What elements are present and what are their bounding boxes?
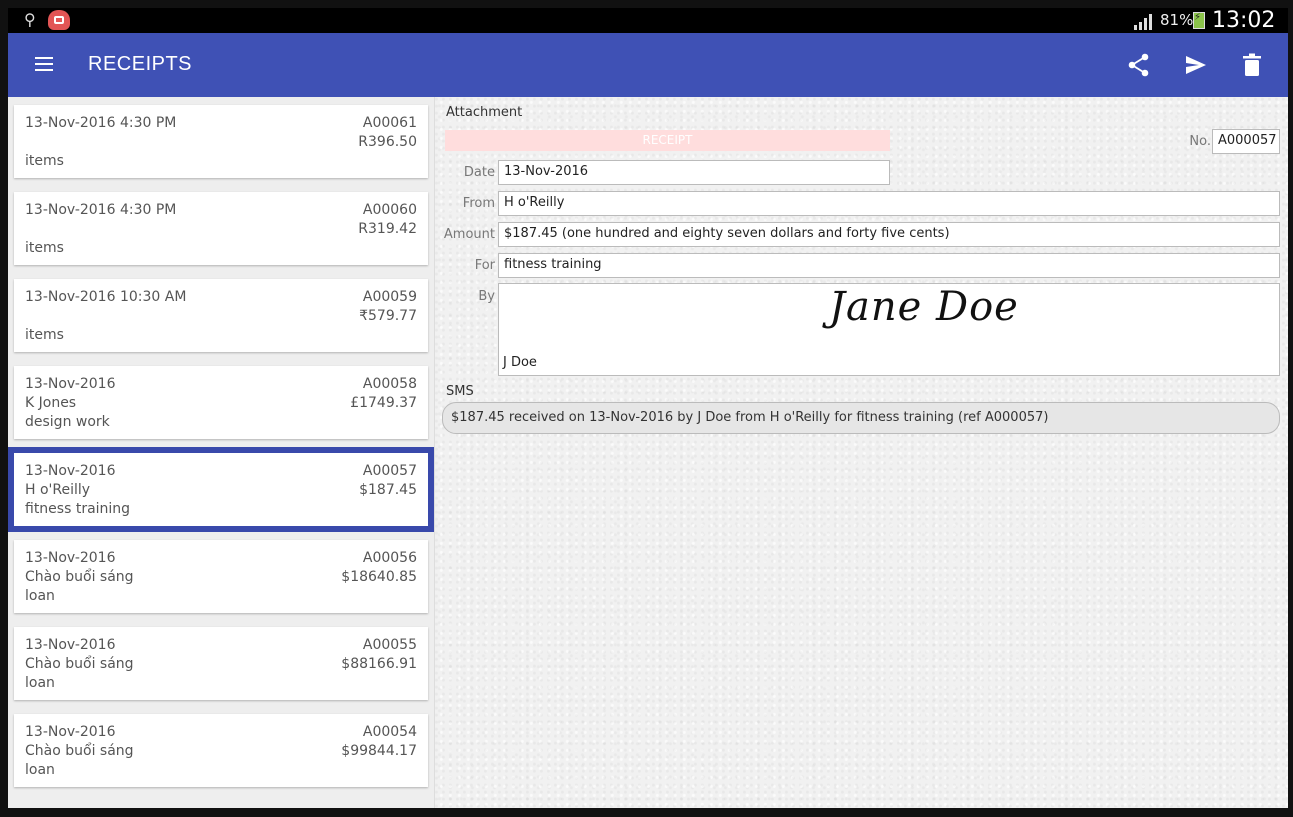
receipt-list[interactable]: 13-Nov-2016 4:30 PM items A00061 R396.50 13-… xyxy=(8,97,434,808)
for-label: For xyxy=(474,258,495,273)
amount-label: Amount xyxy=(443,227,495,242)
receipt-amount: R319.42 xyxy=(358,221,417,237)
for-field[interactable]: fitness training xyxy=(498,253,1280,278)
receipt-description: items xyxy=(25,327,64,343)
receipt-ref: A00061 xyxy=(362,115,417,131)
receipt-payer: Chào buổi sáng xyxy=(25,656,134,672)
receipt-payer: Chào buổi sáng xyxy=(25,743,134,759)
receipt-payer: K Jones xyxy=(25,395,77,411)
receipt-ref: A00058 xyxy=(362,376,417,392)
notification-app-icon xyxy=(48,10,70,30)
receipt-payer: Chào buổi sáng xyxy=(25,569,134,585)
sms-preview[interactable]: $187.45 received on 13-Nov-2016 by J Doe… xyxy=(442,402,1280,434)
no-label: No. xyxy=(1189,134,1211,149)
receipt-amount: R396.50 xyxy=(358,134,417,150)
receipt-list-item[interactable]: 13-Nov-2016 Chào buổi sáng loan A00055 $8816… xyxy=(14,627,428,700)
receipt-detail: Attachment RECEIPT No. A000057 Date 13-N… xyxy=(434,97,1288,808)
by-label: By xyxy=(478,289,495,304)
receipt-date: 13-Nov-2016 xyxy=(25,376,116,392)
share-icon[interactable] xyxy=(1125,51,1153,79)
receipt-list-item[interactable]: 13-Nov-2016 K Jones design work A00058 £1749… xyxy=(14,366,428,439)
receipt-ref: A00056 xyxy=(362,550,417,566)
receipt-description: loan xyxy=(25,762,55,778)
from-label: From xyxy=(462,196,495,211)
status-bar: ⚲ 81% 13:02 xyxy=(8,8,1288,33)
signal-icon xyxy=(1134,14,1152,30)
receipt-banner: RECEIPT xyxy=(445,130,890,151)
usb-icon: ⚲ xyxy=(24,10,36,29)
receipt-description: fitness training xyxy=(25,501,131,517)
receipt-description: loan xyxy=(25,675,55,691)
device-screen: ⚲ 81% 13:02 RECEIPTS xyxy=(8,8,1288,808)
receipt-payer: H o'Reilly xyxy=(25,482,91,498)
receipt-date: 13-Nov-2016 4:30 PM xyxy=(25,115,177,131)
date-label: Date xyxy=(463,165,495,180)
receipt-ref: A00054 xyxy=(362,724,417,740)
receipt-amount: $88166.91 xyxy=(341,656,417,672)
receipt-list-item[interactable]: 13-Nov-2016 Chào buổi sáng loan A00056 $1864… xyxy=(14,540,428,613)
app-bar: RECEIPTS xyxy=(8,33,1288,97)
signature-box[interactable]: Jane Doe J Doe xyxy=(498,283,1280,376)
receipt-number-field[interactable]: A000057 xyxy=(1212,129,1280,154)
receipt-list-item[interactable]: 13-Nov-2016 Chào buổi sáng loan A00054 $9984… xyxy=(14,714,428,787)
receipt-amount: $187.45 xyxy=(359,482,417,498)
send-icon[interactable] xyxy=(1182,51,1210,79)
sms-label: SMS xyxy=(446,384,474,399)
receipt-amount: ₹579.77 xyxy=(359,308,417,324)
receipt-description: items xyxy=(25,240,64,256)
receipt-ref: A00060 xyxy=(362,202,417,218)
receipt-ref: A00055 xyxy=(362,637,417,653)
amount-field[interactable]: $187.45 (one hundred and eighty seven do… xyxy=(498,222,1280,247)
from-field[interactable]: H o'Reilly xyxy=(498,191,1280,216)
receipt-amount: $99844.17 xyxy=(341,743,417,759)
receipt-description: loan xyxy=(25,588,55,604)
receipt-ref: A00057 xyxy=(362,463,417,479)
receipt-date: 13-Nov-2016 10:30 AM xyxy=(25,289,187,305)
receipt-date: 13-Nov-2016 xyxy=(25,550,116,566)
receipt-amount: $18640.85 xyxy=(341,569,417,585)
receipt-date: 13-Nov-2016 xyxy=(25,637,116,653)
battery-percentage: 81% xyxy=(1160,11,1194,29)
page-title: RECEIPTS xyxy=(88,53,193,75)
receipt-description: design work xyxy=(25,414,110,430)
receipt-list-item[interactable]: 13-Nov-2016 H o'Reilly fitness training A00… xyxy=(8,447,434,532)
battery-charging-icon xyxy=(1193,12,1205,29)
delete-icon[interactable] xyxy=(1238,51,1266,79)
receipt-list-item[interactable]: 13-Nov-2016 4:30 PM items A00060 R319.42 xyxy=(14,192,428,265)
receipt-list-item[interactable]: 13-Nov-2016 10:30 AM items A00059 ₹579.77 xyxy=(14,279,428,352)
receipt-description: items xyxy=(25,153,64,169)
receipt-ref: A00059 xyxy=(362,289,417,305)
menu-icon[interactable] xyxy=(35,57,53,71)
receipt-list-item[interactable]: 13-Nov-2016 4:30 PM items A00061 R396.50 xyxy=(14,105,428,178)
signature-name: J Doe xyxy=(503,355,537,370)
receipt-date: 13-Nov-2016 4:30 PM xyxy=(25,202,177,218)
signature-image: Jane Doe xyxy=(829,284,1019,330)
receipt-date: 13-Nov-2016 xyxy=(25,463,116,479)
receipt-date: 13-Nov-2016 xyxy=(25,724,116,740)
clock: 13:02 xyxy=(1212,8,1276,33)
attachment-label: Attachment xyxy=(446,105,523,120)
date-field[interactable]: 13-Nov-2016 xyxy=(498,160,890,185)
receipt-amount: £1749.37 xyxy=(350,395,417,411)
